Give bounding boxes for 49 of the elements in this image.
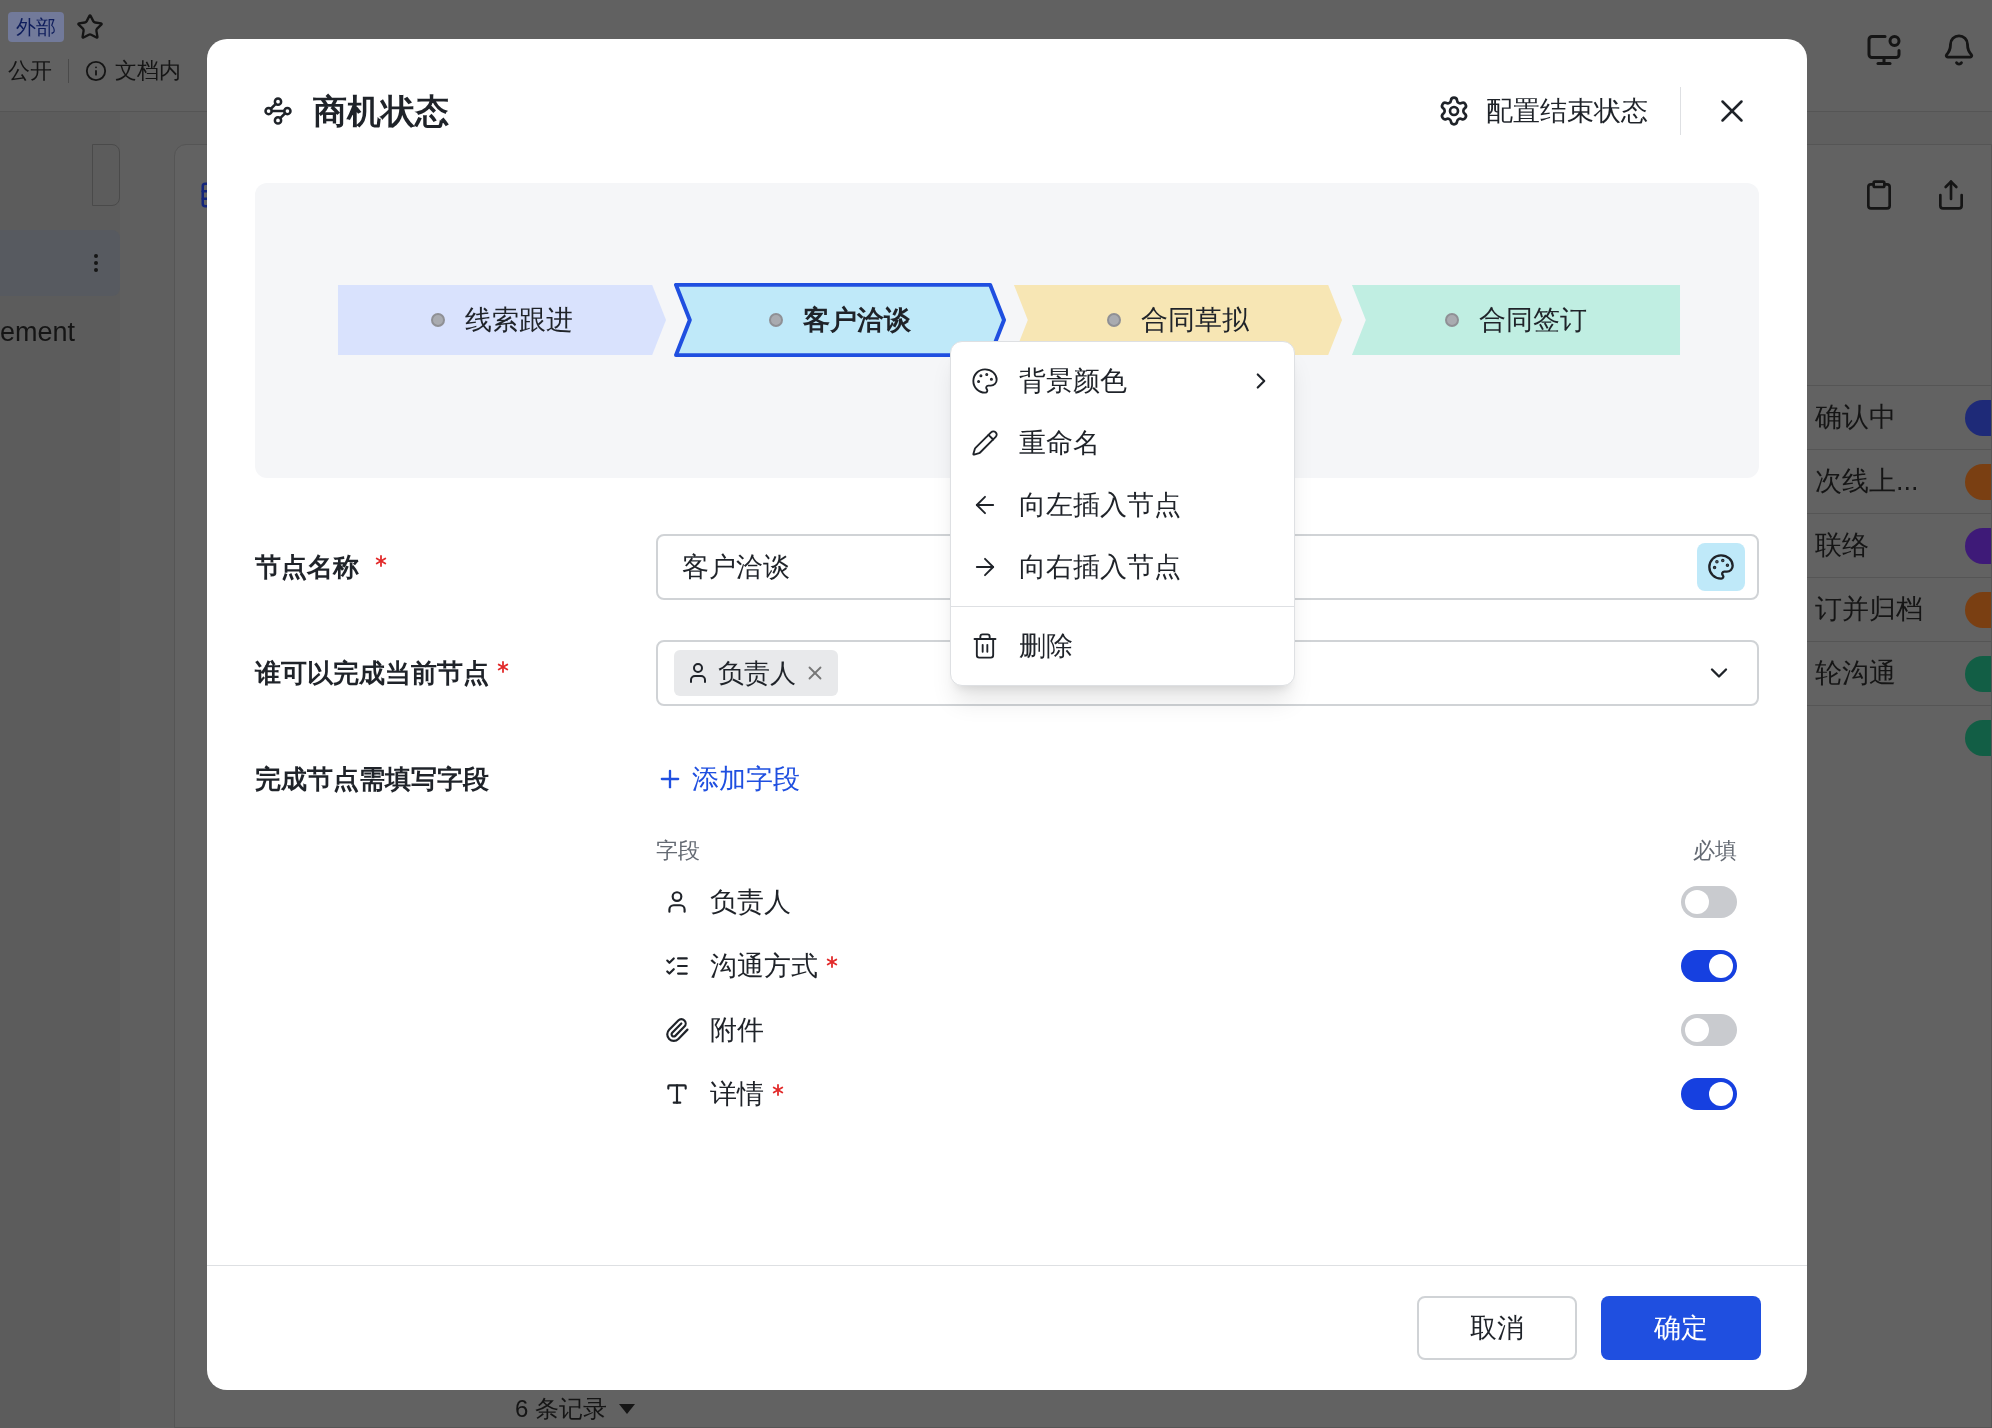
required-fields-label: 完成节点需填写字段 — [255, 762, 490, 796]
menu-item[interactable]: 重命名 — [951, 412, 1294, 474]
tag-text: 负责人 — [718, 656, 796, 690]
flow-icon — [263, 96, 293, 126]
doc-info-text: 文档内 — [115, 57, 181, 85]
menu-item[interactable]: 向左插入节点 — [951, 474, 1294, 536]
toggle-switch[interactable] — [1681, 1014, 1737, 1046]
palette-icon[interactable] — [1697, 543, 1745, 591]
table-cell-text: 轮沟通 — [1814, 657, 1897, 691]
toggle-switch[interactable] — [1681, 950, 1737, 982]
pencil-icon — [971, 429, 999, 457]
sidebar-text: ement — [0, 316, 77, 349]
record-count: 6 条记录 — [515, 1394, 607, 1424]
table-cell-text: 次线上... — [1814, 465, 1920, 499]
field-name: 附件 — [710, 1013, 764, 1047]
stage-tab[interactable]: 线索跟进 — [336, 283, 668, 357]
toggle-switch[interactable] — [1681, 886, 1737, 918]
column-header: 必填 — [1693, 836, 1737, 865]
confirm-button[interactable]: 确定 — [1601, 1296, 1761, 1360]
cancel-button[interactable]: 取消 — [1417, 1296, 1577, 1360]
stage-tab[interactable]: 客户洽谈 — [674, 283, 1006, 357]
column-header: 字段 — [656, 836, 700, 865]
dialog-title: 商机状态 — [313, 90, 449, 132]
external-badge: 外部 — [8, 12, 64, 42]
completer-label: 谁可以完成当前节点 — [255, 656, 489, 690]
visibility-text: 公开 — [8, 57, 52, 85]
field-name: 详情 — [710, 1077, 764, 1111]
field-name: 沟通方式 — [710, 949, 818, 983]
table-cell-text: 联络 — [1814, 529, 1870, 563]
menu-item[interactable]: 删除 — [951, 615, 1294, 677]
trash-icon — [971, 632, 999, 660]
caret-icon[interactable] — [619, 1404, 635, 1414]
text-format-icon — [664, 1081, 690, 1107]
palette-icon — [971, 367, 999, 395]
bell-icon[interactable] — [1942, 33, 1976, 67]
star-icon[interactable] — [76, 13, 104, 41]
config-end-state-button[interactable]: 配置结束状态 — [1438, 90, 1648, 132]
menu-item[interactable]: 向右插入节点 — [951, 536, 1294, 598]
paperclip-icon — [664, 1017, 690, 1043]
node-name-label: 节点名称 — [255, 550, 359, 584]
monitor-icon[interactable] — [1866, 32, 1902, 68]
add-field-link[interactable]: 添加字段 — [656, 758, 800, 800]
info-icon — [85, 59, 107, 82]
settings-icon — [1438, 95, 1470, 127]
table-cell-text: 订并归档 — [1814, 593, 1924, 627]
toggle-switch[interactable] — [1681, 1078, 1737, 1110]
table-cell-text: 确认中 — [1814, 401, 1897, 435]
field-name: 负责人 — [710, 885, 791, 919]
stage-tab[interactable]: 合同签订 — [1350, 283, 1682, 357]
